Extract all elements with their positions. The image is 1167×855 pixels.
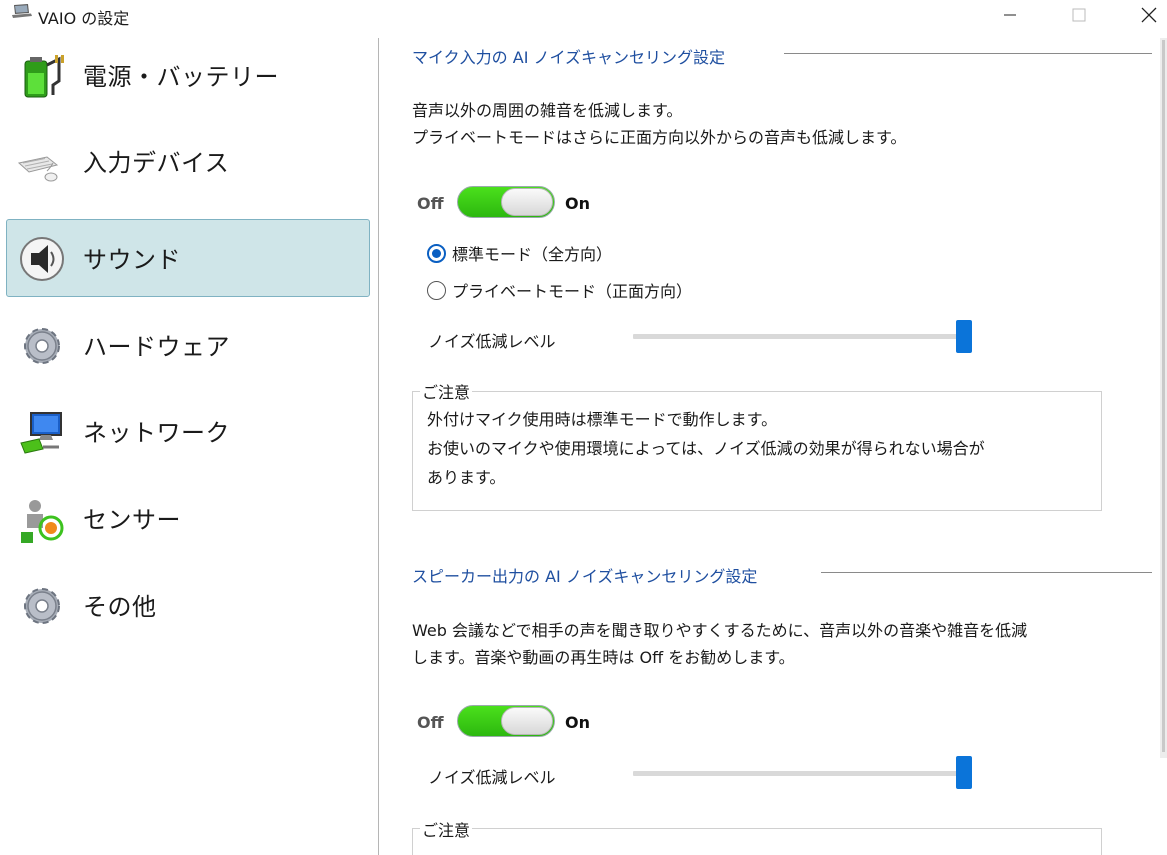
speaker-note-title: ご注意: [420, 817, 473, 841]
sidebar-item-label: サウンド: [83, 246, 181, 274]
vaio-app-icon: [11, 3, 33, 21]
speaker-description-line: Web 会議などで相手の声を聞き取りやすくするために、音声以外の音楽や雑音を低減: [412, 621, 1028, 640]
private-mode-radio[interactable]: [427, 281, 446, 300]
speaker-toggle-off-label: Off: [417, 713, 444, 732]
sidebar-item-label: ハードウェア: [83, 333, 230, 361]
standard-mode-label[interactable]: 標準モード（全方向）: [452, 241, 612, 265]
speaker-slider-label: ノイズ低減レベル: [428, 768, 556, 787]
standard-mode-radio[interactable]: [427, 244, 446, 263]
sidebar-item-label: その他: [83, 593, 157, 621]
speaker-description: Web 会議などで相手の声を聞き取りやすくするために、音声以外の音楽や雑音を低減…: [412, 617, 1027, 671]
section-divider: [784, 53, 1152, 54]
note-line: あります。: [427, 468, 506, 487]
speaker-toggle-on-label: On: [565, 713, 590, 732]
battery-icon: [17, 51, 67, 101]
private-mode-label[interactable]: プライベートモード（正面方向）: [452, 278, 692, 302]
mic-note-title: ご注意: [420, 379, 473, 403]
mic-noise-cancel-toggle[interactable]: [457, 186, 555, 218]
toggle-knob: [501, 707, 553, 735]
mic-description-line: プライベートモードはさらに正面方向以外からの音声も低減します。: [412, 128, 907, 147]
sidebar-item-label: ネットワーク: [83, 419, 230, 447]
maximize-button[interactable]: [1056, 0, 1102, 30]
sidebar-item-label: 電源・バッテリー: [83, 63, 279, 91]
mic-section-title: マイク入力の AI ノイズキャンセリング設定: [412, 48, 726, 67]
note-line: お使いのマイクや使用環境によっては、ノイズ低減の効果が得られない場合が: [427, 439, 985, 458]
window-title: VAIO の設定: [38, 9, 130, 28]
keyboard-mouse-icon: [17, 137, 67, 187]
title-bar: VAIO の設定: [0, 0, 1167, 32]
sidebar-item-sensor[interactable]: センサー: [6, 479, 370, 557]
toggle-knob: [501, 188, 553, 216]
mic-slider-label: ノイズ低減レベル: [428, 332, 556, 351]
minimize-icon: [1004, 14, 1016, 16]
close-button[interactable]: [1126, 0, 1167, 30]
sidebar-item-network[interactable]: ネットワーク: [6, 392, 370, 470]
note-line: 外付けマイク使用時は標準モードで動作します。: [427, 410, 778, 429]
mic-noise-level-slider[interactable]: [633, 334, 963, 339]
mic-toggle-off-label: Off: [417, 194, 444, 213]
scrollbar-thumb[interactable]: [1162, 40, 1165, 752]
speaker-noise-level-slider[interactable]: [633, 771, 963, 776]
settings-content: マイク入力の AI ノイズキャンセリング設定 音声以外の周囲の雑音を低減します。…: [379, 32, 1167, 855]
sidebar-item-input-devices[interactable]: 入力デバイス: [6, 122, 370, 200]
close-icon: [1141, 7, 1157, 23]
sensor-icon: [17, 494, 67, 544]
mic-description: 音声以外の周囲の雑音を低減します。 プライベートモードはさらに正面方向以外からの…: [412, 97, 906, 151]
maximize-icon: [1072, 8, 1086, 22]
mic-toggle-on-label: On: [565, 194, 590, 213]
mic-description-line: 音声以外の周囲の雑音を低減します。: [412, 101, 683, 120]
sidebar-item-sound[interactable]: サウンド: [6, 219, 370, 297]
speaker-description-line: します。音楽や動画の再生時は Off をお勧めします。: [412, 648, 795, 667]
gear-icon: [17, 321, 67, 371]
speaker-slider-thumb[interactable]: [956, 756, 972, 789]
gear-icon: [17, 581, 67, 631]
sidebar-item-hardware[interactable]: ハードウェア: [6, 306, 370, 384]
sidebar-item-other[interactable]: その他: [6, 566, 370, 644]
speaker-section-title: スピーカー出力の AI ノイズキャンセリング設定: [412, 567, 758, 586]
section-divider: [821, 572, 1152, 573]
sidebar-item-power-battery[interactable]: 電源・バッテリー: [6, 36, 370, 114]
speaker-icon: [17, 234, 67, 284]
sidebar-nav: 電源・バッテリー 入力デバイス サウンド ハードウェア ネットワーク センサー …: [0, 32, 378, 855]
sidebar-item-label: センサー: [83, 506, 181, 534]
minimize-button[interactable]: [987, 0, 1033, 30]
mic-slider-thumb[interactable]: [956, 320, 972, 353]
mic-note-text: 外付けマイク使用時は標準モードで動作します。 お使いのマイクや使用環境によっては…: [427, 405, 985, 492]
speaker-noise-cancel-toggle[interactable]: [457, 705, 555, 737]
speaker-note-box: [412, 828, 1102, 855]
network-icon: [17, 407, 67, 457]
sidebar-item-label: 入力デバイス: [83, 149, 230, 177]
